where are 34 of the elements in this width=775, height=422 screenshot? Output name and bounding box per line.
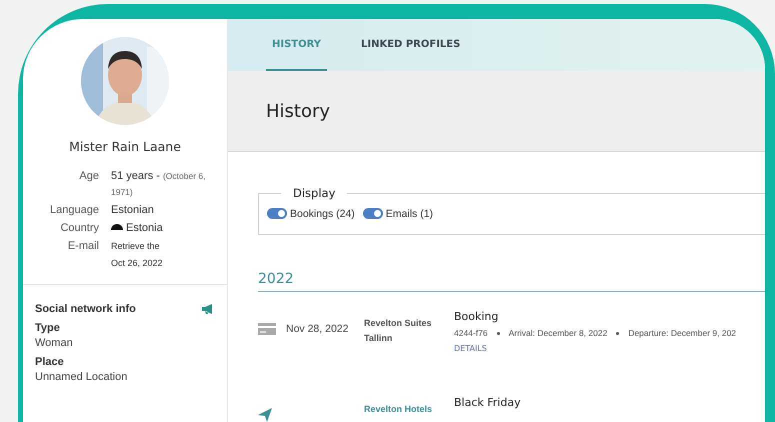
- field-value: Retrieve the Oct 26, 2022: [111, 240, 164, 270]
- field-value: Estonia: [111, 220, 211, 236]
- entry-info: 4244-f76: [454, 328, 488, 338]
- field-value: Estonian: [111, 203, 155, 218]
- hotel-name: Revelton Suites Tallinn: [364, 317, 433, 345]
- tab[interactable]: LINKED PROFILES: [355, 19, 466, 71]
- field-label: E-mail: [66, 239, 99, 254]
- details-link[interactable]: DETAILS: [454, 344, 487, 353]
- person-name: Mister Rain Laane: [69, 139, 181, 154]
- field-value: Woman: [35, 336, 74, 351]
- year-heading: 2022: [258, 271, 765, 292]
- section-title: Social network info: [35, 303, 136, 315]
- field-label: Language: [49, 203, 99, 218]
- field-label: Place: [35, 355, 65, 370]
- entry-title: Booking: [454, 310, 500, 323]
- page-title: History: [266, 100, 330, 122]
- toggle-switch[interactable]: Bookings (24): [267, 208, 355, 220]
- field-value: 51 years - (October 6, 1971): [111, 169, 206, 199]
- bullet-icon: [496, 332, 500, 334]
- field-label: Country: [59, 221, 99, 236]
- field-label: Type: [35, 321, 61, 336]
- field-value: Unnamed Location: [35, 370, 128, 385]
- hotel-name: Revelton Hotels: [364, 403, 434, 416]
- entry-title: Black Friday: [454, 396, 521, 409]
- panel-title: Display: [292, 186, 336, 200]
- toggle-switch[interactable]: Emails (1): [362, 208, 434, 220]
- bullet-icon: [616, 332, 620, 334]
- entry-info: Departure: December 9, 202: [628, 328, 736, 338]
- field-label: Age: [78, 169, 99, 184]
- card-icon: [258, 323, 276, 335]
- entry-date: Nov 28, 2022: [286, 323, 348, 335]
- megaphone-icon[interactable]: [201, 303, 215, 315]
- send-icon: [258, 408, 272, 422]
- entry-info: Arrival: December 8, 2022: [508, 328, 608, 338]
